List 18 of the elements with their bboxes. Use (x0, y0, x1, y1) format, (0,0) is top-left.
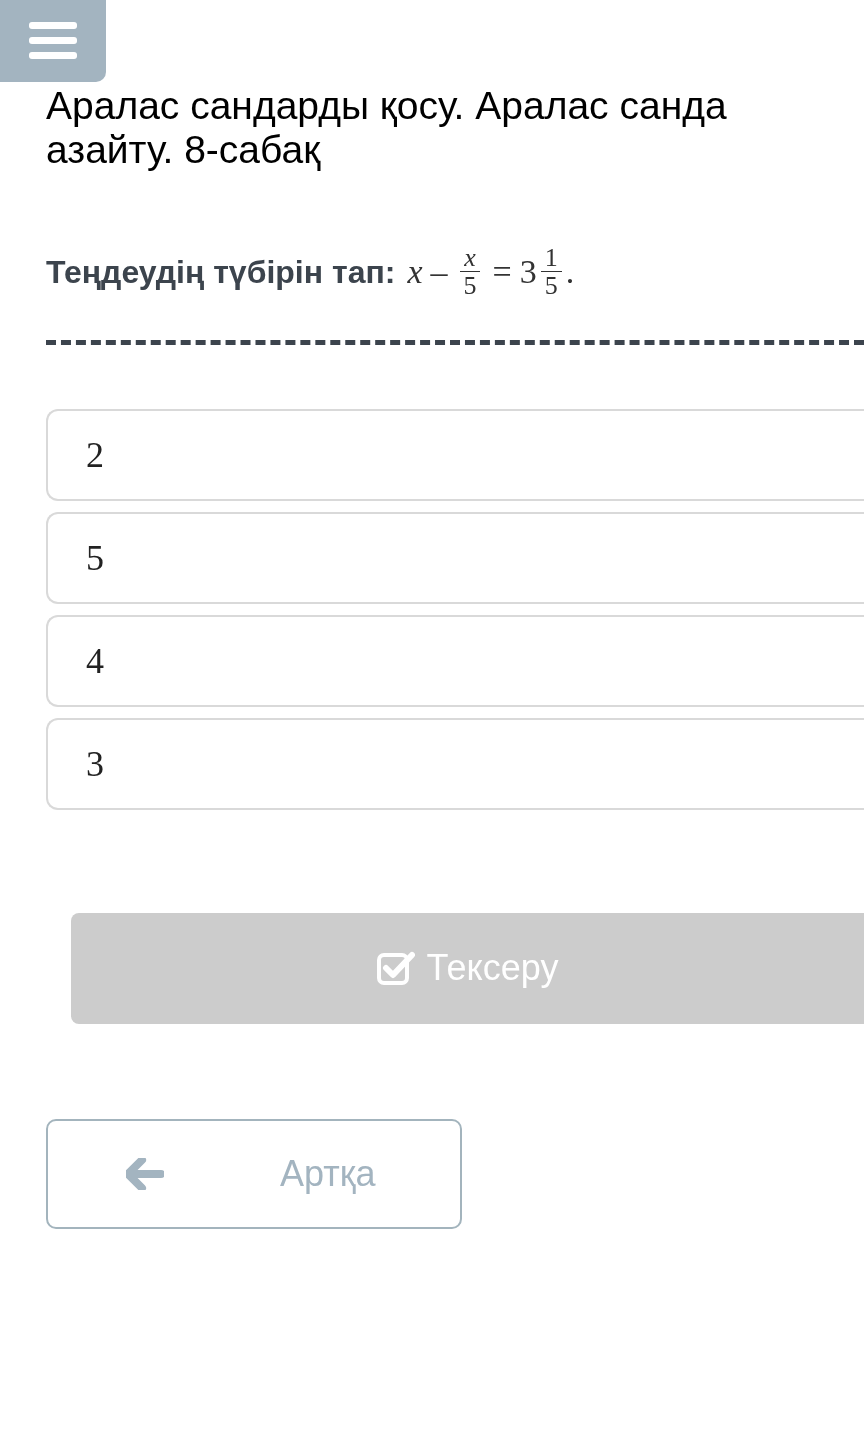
math-fraction: 1 5 (540, 244, 562, 300)
answer-option[interactable]: 3 (46, 717, 864, 810)
math-number: 3 (519, 252, 537, 293)
math-operator: – (430, 252, 448, 293)
math-variable: x (407, 252, 423, 293)
lesson-title: азайту. 8-сабақ (46, 128, 322, 172)
question-label: Теңдеудің түбірін тап: (46, 252, 396, 292)
math-fraction: x 5 (459, 244, 481, 300)
checkbox-check-icon (376, 951, 415, 986)
math-operator: = (492, 252, 512, 293)
lesson-title: Аралас сандарды қосу. Аралас санда (46, 84, 728, 128)
answer-option[interactable]: 5 (46, 511, 864, 604)
answer-option[interactable]: 2 (46, 408, 864, 501)
math-number: . (565, 252, 575, 293)
answer-option[interactable]: 4 (46, 614, 864, 707)
menu-button[interactable] (0, 0, 106, 82)
menu-icon (29, 22, 77, 60)
arrow-left-icon (126, 1157, 164, 1190)
